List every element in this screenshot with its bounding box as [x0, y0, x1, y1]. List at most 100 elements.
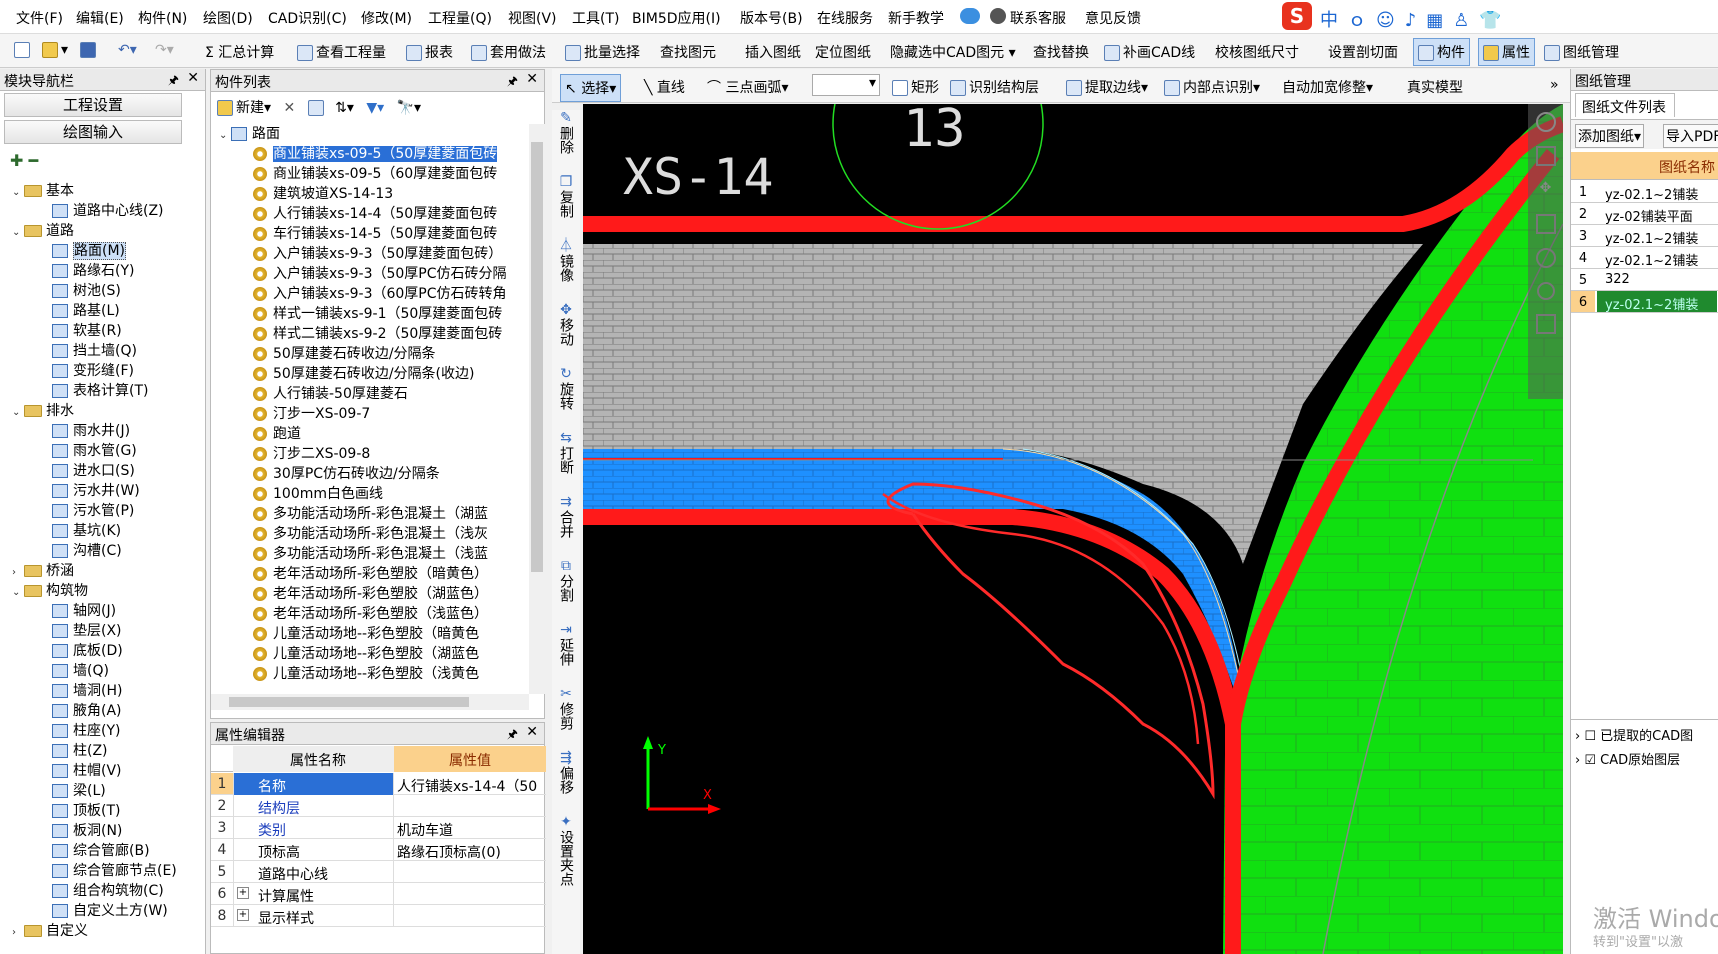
tree-folder[interactable]: › 自定义: [12, 921, 88, 941]
line-tool-button[interactable]: ╲ 直线: [644, 77, 685, 97]
sort-icon[interactable]: ⇅▾: [335, 100, 354, 116]
menu-component[interactable]: 构件(N): [138, 8, 187, 28]
tree-item[interactable]: 垫层(X): [52, 621, 122, 641]
component-list-item[interactable]: 30厚PC仿石砖收边/分隔条: [253, 464, 440, 484]
new-file-icon[interactable]: [14, 42, 33, 58]
component-list-item[interactable]: 50厚建菱石砖收边/分隔条(收边): [253, 364, 474, 384]
component-list-item[interactable]: 老年活动场所-彩色塑胶（暗黄色）: [253, 564, 488, 584]
cube-view-icon[interactable]: [1535, 314, 1556, 334]
menu-online-service[interactable]: 在线服务: [817, 8, 873, 28]
redo-icon[interactable]: ↷▾: [155, 42, 174, 58]
horizontal-scrollbar[interactable]: [211, 694, 529, 710]
edit-tool-button[interactable]: ⇶ 偏移: [552, 750, 580, 794]
draw-cad-line-button[interactable]: 补画CAD线: [1104, 42, 1195, 62]
tree-item[interactable]: 雨水管(G): [52, 441, 137, 461]
component-list-item[interactable]: 跑道: [253, 424, 301, 444]
menu-edit[interactable]: 编辑(E): [76, 8, 124, 28]
tree-item[interactable]: 树池(S): [52, 281, 121, 301]
set-section-button[interactable]: 设置剖切面: [1328, 42, 1398, 62]
select-tool-button[interactable]: ↖ 选择▾: [560, 74, 622, 102]
component-list-item[interactable]: 汀步一XS-09-7: [253, 404, 370, 424]
pin-icon[interactable]: 🖈: [507, 725, 518, 746]
component-list-item[interactable]: 老年活动场所-彩色塑胶（湖蓝色）: [253, 584, 488, 604]
report-button[interactable]: 报表: [406, 42, 453, 62]
component-list-item[interactable]: 50厚建菱石砖收边/分隔条: [253, 344, 436, 364]
expand-icon[interactable]: +: [237, 887, 249, 899]
pin-icon[interactable]: 🖈: [168, 71, 179, 92]
tree-item[interactable]: 综合管廊节点(E): [52, 861, 177, 881]
edit-tool-button[interactable]: ✂ 修剪: [552, 686, 580, 730]
property-value[interactable]: [394, 861, 546, 864]
expand-icon[interactable]: ›: [12, 923, 24, 943]
drawing-row[interactable]: 3 yz-02.1~2铺装: [1571, 225, 1718, 247]
component-list-item[interactable]: 儿童活动场地--彩色塑胶（湖蓝色: [253, 644, 479, 664]
tree-item[interactable]: 底板(D): [52, 641, 123, 661]
layer-original[interactable]: › ☑ CAD原始图层: [1571, 749, 1718, 768]
box-view-icon[interactable]: [1535, 146, 1556, 166]
component-list-item[interactable]: 儿童活动场地--彩色塑胶（浅黄色: [253, 664, 479, 684]
drawing-row[interactable]: 2 yz-02铺装平面: [1571, 203, 1718, 225]
component-list-item[interactable]: 人行铺装xs-14-4（50厚建菱面包砖: [253, 204, 497, 224]
property-value[interactable]: [394, 905, 546, 908]
tree-item[interactable]: 基坑(K): [52, 521, 121, 541]
ime-toolbar[interactable]: 中ｏ☺♪▦♙👕▣: [1320, 6, 1530, 53]
property-row[interactable]: 4 顶标高 路缘石顶标高(0): [211, 839, 546, 861]
property-row[interactable]: 1 名称 人行铺装xs-14-4（50: [211, 773, 546, 795]
component-list-item[interactable]: 多功能活动场所-彩色混凝土（浅蓝: [253, 544, 488, 564]
menu-bim5d[interactable]: BIM5D应用(I): [632, 8, 721, 28]
recognize-layer-button[interactable]: 识别结构层: [950, 77, 1039, 97]
tree-item[interactable]: 墙洞(H): [52, 681, 122, 701]
component-list-item[interactable]: 老年活动场所-彩色塑胶（浅蓝色）: [253, 604, 488, 624]
tree-item[interactable]: 综合管廊(B): [52, 841, 150, 861]
edit-tool-button[interactable]: ✥ 移动: [552, 302, 580, 346]
menu-feedback[interactable]: 意见反馈: [1085, 8, 1141, 28]
collapse-icon[interactable]: ⌄: [12, 583, 24, 603]
property-value[interactable]: [394, 883, 546, 886]
zoom-window-icon[interactable]: [1535, 214, 1556, 234]
edit-tool-button[interactable]: ⇥ 延伸: [552, 622, 580, 666]
component-list-item[interactable]: 入户铺装xs-9-3（60厚PC仿石砖转角: [253, 284, 507, 304]
find-replace-button[interactable]: 查找替换: [1033, 42, 1089, 62]
orbit-icon[interactable]: [1535, 112, 1556, 132]
rect-tool-button[interactable]: 矩形: [892, 77, 939, 97]
component-list-item[interactable]: 样式二铺装xs-9-2（50厚建菱面包砖: [253, 324, 502, 344]
view-quantity-button[interactable]: 查看工程量: [297, 42, 386, 62]
edit-tool-button[interactable]: ❐ 复制: [552, 174, 580, 218]
chat-icon[interactable]: [960, 8, 980, 24]
save-icon[interactable]: [80, 42, 99, 58]
collapse-all-icon[interactable]: ━: [29, 151, 39, 170]
collapse-icon[interactable]: ⌄: [12, 403, 24, 423]
tree-item[interactable]: 板洞(N): [52, 821, 122, 841]
component-list-item[interactable]: 100mm白色画线: [253, 484, 383, 504]
property-value[interactable]: 人行铺装xs-14-4（50: [394, 773, 546, 796]
property-value[interactable]: 路缘石顶标高(0): [394, 839, 546, 862]
property-value[interactable]: 机动车道: [394, 817, 546, 840]
locate-drawing-button[interactable]: 定位图纸: [815, 42, 871, 62]
component-list-item[interactable]: 车行铺装xs-14-5（50厚建菱面包砖: [253, 224, 497, 244]
layer-extracted[interactable]: › ☐ 已提取的CAD图: [1571, 720, 1718, 749]
menu-view[interactable]: 视图(V): [508, 8, 557, 28]
open-file-icon[interactable]: ▾: [42, 42, 68, 58]
summary-calc-button[interactable]: Σ 汇总计算: [205, 42, 274, 62]
component-list-item[interactable]: 儿童活动场地--彩色塑胶（暗黄色: [253, 624, 479, 644]
find-icon[interactable]: 🔭▾: [397, 100, 421, 116]
edit-tool-button[interactable]: ⇆ 打断: [552, 430, 580, 474]
apply-method-button[interactable]: 套用做法: [471, 42, 546, 62]
tree-folder[interactable]: ⌄ 构筑物: [12, 581, 88, 601]
component-list-item[interactable]: 人行铺装-50厚建菱石: [253, 384, 408, 404]
drawing-file-list-tab[interactable]: 图纸文件列表: [1575, 93, 1675, 117]
import-pdf-button[interactable]: 导入PDF: [1663, 124, 1718, 148]
menu-version[interactable]: 版本号(B): [740, 8, 803, 28]
property-row[interactable]: 5 道路中心线: [211, 861, 546, 883]
menu-modify[interactable]: 修改(M): [361, 8, 412, 28]
tree-item[interactable]: 柱(Z): [52, 741, 108, 761]
tree-item[interactable]: 柱帽(V): [52, 761, 122, 781]
property-row[interactable]: 2 结构层: [211, 795, 546, 817]
expand-icon[interactable]: ›: [12, 563, 24, 583]
tree-item[interactable]: 路面(M): [52, 241, 127, 261]
edit-tool-button[interactable]: ✦ 设置夹点: [552, 814, 580, 886]
tree-item[interactable]: 污水管(P): [52, 501, 134, 521]
tree-item[interactable]: 梁(L): [52, 781, 106, 801]
rotate-icon[interactable]: [1535, 248, 1556, 268]
menu-draw[interactable]: 绘图(D): [203, 8, 253, 28]
